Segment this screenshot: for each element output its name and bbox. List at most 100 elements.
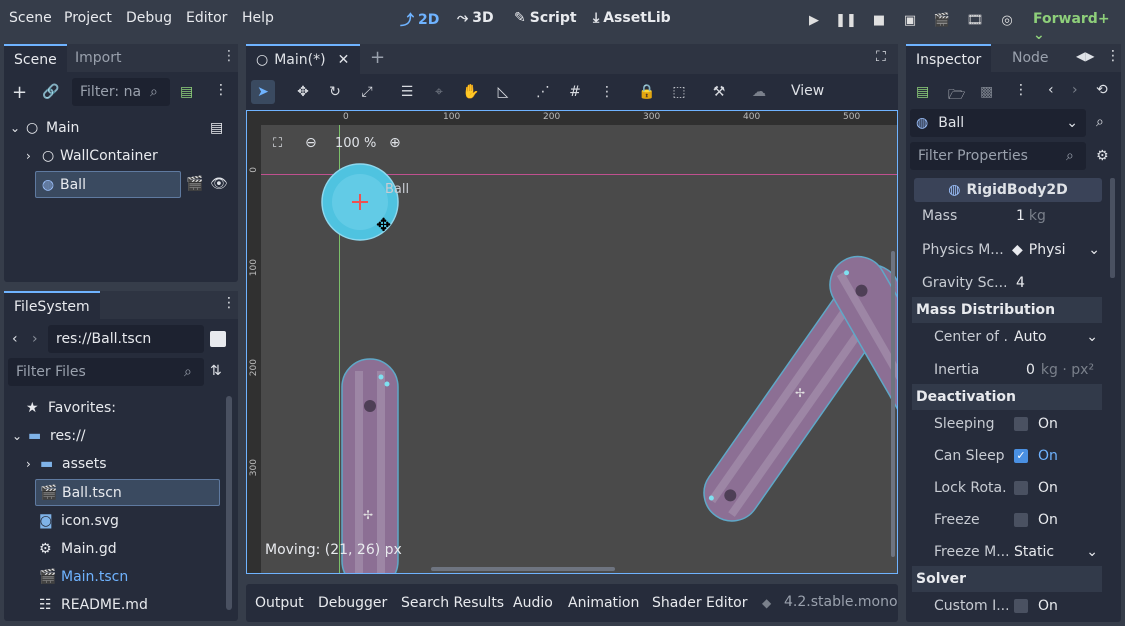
section-deactivation[interactable]: Deactivation bbox=[912, 384, 1102, 410]
mode-script-button[interactable]: ✎ Script bbox=[514, 10, 577, 26]
snap-options-icon[interactable]: ⋮ bbox=[595, 80, 619, 104]
viewport-hscrollbar[interactable] bbox=[431, 567, 615, 571]
add-node-icon[interactable]: + bbox=[12, 82, 27, 103]
fullscreen-icon[interactable]: ⛶ bbox=[876, 49, 886, 65]
tab-filesystem[interactable]: FileSystem bbox=[4, 291, 100, 319]
mode-2d-button[interactable]: ⤴ 2D bbox=[400, 10, 439, 30]
bone-icon[interactable]: ⚒ bbox=[707, 80, 731, 104]
open-scene-icon[interactable]: 🎬 bbox=[186, 176, 203, 192]
movie-maker-icon[interactable]: ◎ bbox=[994, 8, 1020, 32]
resource-menu-icon[interactable]: ⋮ bbox=[1014, 82, 1028, 98]
list-select-icon[interactable]: ☰ bbox=[395, 80, 419, 104]
file-row-main-gd[interactable]: ⚙ Main.gd bbox=[39, 535, 117, 563]
inertia-field[interactable]: 0 kg · px² bbox=[1008, 356, 1102, 384]
file-row-icon-svg[interactable]: ◙ icon.svg bbox=[39, 507, 119, 535]
select-tool-icon[interactable]: ➤ bbox=[251, 80, 275, 104]
freeze-mode-select[interactable]: Static ⌄ bbox=[1008, 538, 1102, 566]
mode-3d-button[interactable]: ⤳ 3D bbox=[457, 10, 494, 26]
scale-tool-icon[interactable]: ⤢ bbox=[355, 80, 379, 104]
menu-scene[interactable]: Scene bbox=[9, 10, 52, 26]
save-icon[interactable]: ▩ bbox=[980, 84, 993, 100]
tab-debugger[interactable]: Debugger bbox=[318, 595, 387, 611]
rotate-tool-icon[interactable]: ↻ bbox=[323, 80, 347, 104]
tab-audio[interactable]: Audio bbox=[513, 595, 553, 611]
tab-animation[interactable]: Animation bbox=[568, 595, 639, 611]
sleeping-checkbox[interactable]: On bbox=[1008, 410, 1102, 438]
dock-menu-icon[interactable]: ⋮ bbox=[222, 48, 236, 64]
center-of-mass-select[interactable]: Auto ⌄ bbox=[1008, 323, 1102, 351]
menu-project[interactable]: Project bbox=[64, 10, 112, 26]
mode-assetlib-button[interactable]: ⤓ AssetLib bbox=[593, 10, 671, 26]
pivot-tool-icon[interactable]: ⌖ bbox=[427, 80, 451, 104]
forward-icon[interactable]: › bbox=[32, 331, 38, 347]
tree-row-ball[interactable]: ◍ Ball bbox=[35, 171, 181, 198]
class-header[interactable]: ◍ RigidBody2D bbox=[914, 178, 1102, 202]
tab-scroll-arrows-icon[interactable]: ◀▶ bbox=[1076, 49, 1094, 63]
section-solver[interactable]: Solver bbox=[912, 566, 1102, 592]
new-resource-icon[interactable]: ▤ bbox=[916, 84, 929, 100]
visibility-eye-icon[interactable]: 👁 bbox=[210, 176, 228, 192]
custom-integrator-checkbox[interactable]: On bbox=[1008, 592, 1102, 620]
dock-menu-icon[interactable]: ⋮ bbox=[1106, 48, 1120, 64]
lock-rotation-checkbox[interactable]: On bbox=[1008, 474, 1102, 502]
scene-filter-input[interactable]: Filter: na ⌕ bbox=[72, 78, 170, 106]
favorites-row[interactable]: ★ Favorites: bbox=[26, 394, 116, 422]
stop-icon[interactable]: ■ bbox=[866, 8, 892, 32]
tab-node[interactable]: Node bbox=[1002, 44, 1059, 72]
history-icon[interactable]: ⟲ bbox=[1096, 82, 1108, 98]
ruler-tool-icon[interactable]: ◺ bbox=[491, 80, 515, 104]
freeze-checkbox[interactable]: On bbox=[1008, 506, 1102, 534]
tab-output[interactable]: Output bbox=[255, 595, 304, 611]
menu-editor[interactable]: Editor bbox=[186, 10, 227, 26]
file-row-ball-tscn[interactable]: 🎬 Ball.tscn bbox=[35, 479, 220, 506]
smart-snap-icon[interactable]: ⋰ bbox=[531, 80, 555, 104]
res-folder-row[interactable]: ⌄ ▬ res:// bbox=[12, 422, 86, 450]
lock-icon[interactable]: 🔒 bbox=[635, 80, 659, 104]
tab-scene[interactable]: Scene bbox=[4, 44, 67, 72]
section-mass-distribution[interactable]: Mass Distribution bbox=[912, 297, 1102, 323]
tab-search-results[interactable]: Search Results bbox=[401, 595, 504, 611]
tab-main-scene[interactable]: ○ Main(*) ✕ bbox=[246, 44, 360, 74]
view-menu[interactable]: View bbox=[791, 83, 824, 99]
menu-debug[interactable]: Debug bbox=[126, 10, 172, 26]
add-script-icon[interactable]: ▤ bbox=[180, 84, 193, 100]
dock-menu-icon[interactable]: ⋮ bbox=[222, 295, 236, 311]
history-forward-icon[interactable]: › bbox=[1072, 82, 1078, 98]
tree-row-wallcontainer[interactable]: › ○ WallContainer bbox=[26, 142, 226, 170]
tree-row-main[interactable]: ⌄ ○ Main ▤ bbox=[10, 114, 230, 142]
script-attached-icon[interactable]: ▤ bbox=[210, 114, 223, 142]
inspector-scrollbar[interactable] bbox=[1110, 178, 1115, 278]
file-filter-input[interactable]: Filter Files ⌕ bbox=[8, 358, 204, 386]
move-tool-icon[interactable]: ✥ bbox=[291, 80, 315, 104]
play-custom-scene-icon[interactable]: 🎞 bbox=[962, 8, 988, 32]
history-back-icon[interactable]: ‹ bbox=[1048, 82, 1054, 98]
open-folder-icon[interactable]: 🗁 bbox=[948, 84, 965, 108]
gravity-scale-field[interactable]: 4 bbox=[1006, 269, 1104, 297]
tab-inspector[interactable]: Inspector bbox=[906, 44, 992, 72]
remote-debug-icon[interactable]: ▣ bbox=[897, 8, 923, 32]
physics-material-field[interactable]: ◆ Physi ⌄ bbox=[1006, 236, 1104, 264]
scene-menu-icon[interactable]: ⋮ bbox=[214, 82, 228, 98]
file-row-main-tscn[interactable]: 🎬 Main.tscn bbox=[39, 563, 128, 591]
menu-help[interactable]: Help bbox=[242, 10, 274, 26]
renderer-select[interactable]: Forward+ ⌄ bbox=[1033, 11, 1125, 43]
grid-snap-icon[interactable]: # bbox=[563, 80, 587, 104]
tab-import[interactable]: Import bbox=[65, 44, 131, 72]
object-doc-icon[interactable]: ⌕ bbox=[1096, 114, 1104, 130]
property-filter-input[interactable]: Filter Properties ⌕ bbox=[910, 142, 1086, 170]
close-icon[interactable]: ✕ bbox=[338, 52, 350, 68]
file-row-readme[interactable]: ☷ README.md bbox=[39, 591, 148, 619]
back-icon[interactable]: ‹ bbox=[12, 331, 18, 347]
assets-folder-row[interactable]: › ▬ assets bbox=[26, 450, 107, 478]
tab-shader-editor[interactable]: Shader Editor bbox=[652, 595, 747, 611]
split-mode-icon[interactable] bbox=[210, 331, 226, 347]
filesystem-scrollbar[interactable] bbox=[226, 396, 232, 610]
camera-override-icon[interactable]: ☁ bbox=[747, 80, 771, 104]
pause-icon[interactable]: ❚❚ bbox=[833, 8, 859, 32]
mass-field[interactable]: 1 kg bbox=[1006, 202, 1104, 230]
play-scene-icon[interactable]: 🎬 bbox=[929, 8, 955, 32]
path-input[interactable]: res://Ball.tscn bbox=[48, 325, 204, 353]
viewport-2d[interactable]: 0 100 200 300 400 500 0 100 200 300 ⛶ ⊖ … bbox=[246, 110, 898, 574]
play-icon[interactable]: ▶ bbox=[801, 8, 827, 32]
pan-tool-icon[interactable]: ✋ bbox=[459, 80, 483, 104]
